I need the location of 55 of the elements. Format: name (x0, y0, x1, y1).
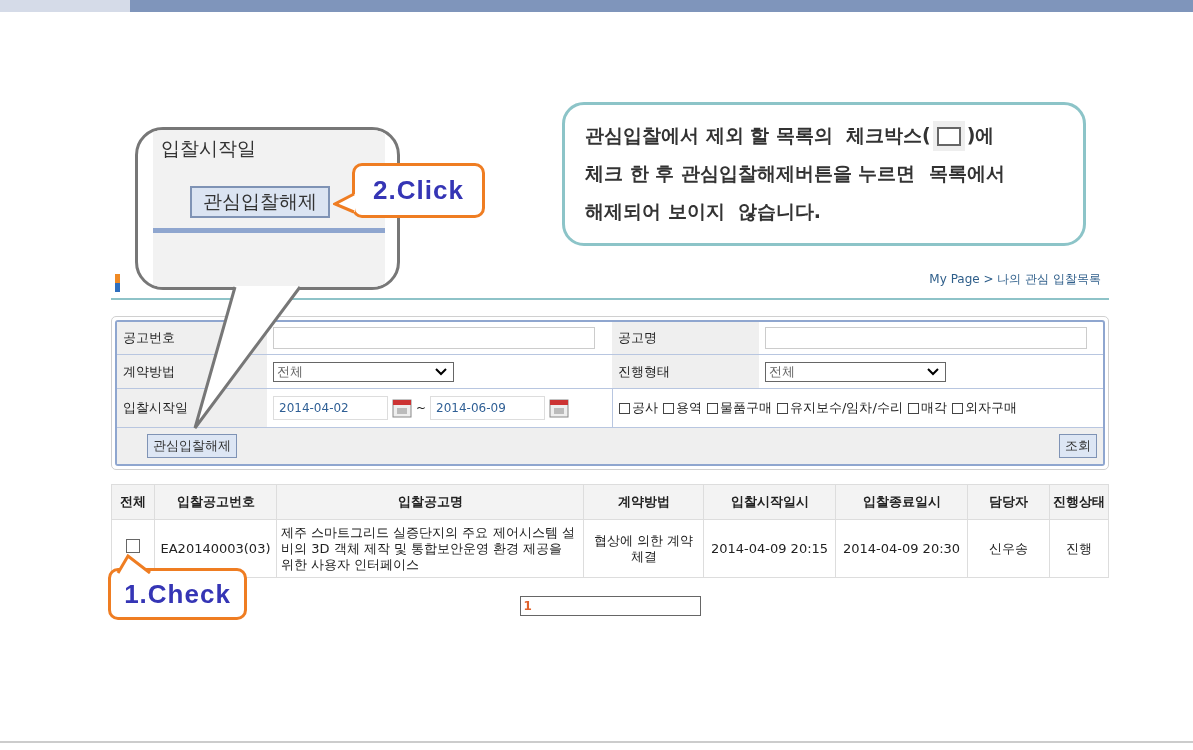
field-label: 공고명 (612, 322, 759, 354)
table-cell: 신우송 (967, 519, 1050, 578)
instruction-text: 관심입찰에서 제외 할 목록의 체크박스( (585, 123, 931, 148)
checkbox[interactable] (907, 402, 919, 414)
date-field[interactable]: 2014-06-09 (430, 396, 546, 420)
field-label: 입찰시작일 (117, 389, 267, 427)
table-cell: 제주 스마트그리드 실증단지의 주요 제어시스템 설비의 3D 객체 제작 및 통합보안운영 환경 제공을 위한 사용자 인터페이스 (276, 519, 584, 578)
calendar-icon[interactable] (549, 398, 570, 418)
column-header: 입찰시작일시 (703, 484, 836, 520)
column-header: 입찰공고번호 (154, 484, 277, 520)
column-header: 입찰종료일시 (835, 484, 968, 520)
chevron-down-icon[interactable] (927, 367, 939, 376)
checkbox[interactable] (663, 402, 674, 414)
field-label: 진행형태 (612, 355, 759, 388)
range-separator: ~ (416, 401, 427, 415)
checkbox-label: 매각 (920, 399, 947, 417)
checkbox-icon (932, 121, 965, 151)
column-header: 전체 (111, 484, 155, 520)
instruction-text: 체크 한 후 관심입찰해제버튼을 누르면 목록에서 (585, 161, 1005, 186)
table-cell: 협상에 의한 계약체결 (583, 519, 704, 578)
remove-interest-button[interactable]: 관심입찰해제 (147, 434, 237, 458)
table-cell: 2014-04-09 20:30 (835, 519, 968, 578)
text-field[interactable] (765, 327, 1087, 349)
title-marker-icon (115, 274, 120, 292)
magnified-label: 입찰시작일 (161, 136, 256, 161)
row-checkbox[interactable] (126, 538, 140, 553)
breadcrumb: My Page > 나의 관심 입찰목록 (929, 271, 1101, 288)
checkbox[interactable] (777, 402, 788, 414)
checkbox-label: 공사 (632, 399, 658, 417)
table-cell: 2014-04-09 20:15 (703, 519, 836, 578)
dropdown[interactable]: 전체 (273, 361, 454, 382)
magnified-button[interactable]: 관심입찰해제 (190, 186, 330, 218)
checkbox-label: 외자구매 (964, 399, 1017, 417)
table-cell: 진행 (1049, 519, 1109, 578)
checkbox[interactable] (707, 402, 718, 414)
column-header: 담당자 (967, 484, 1050, 520)
text-field[interactable] (273, 327, 595, 349)
chevron-down-icon[interactable] (435, 367, 447, 376)
instruction-text: )에 (966, 123, 995, 148)
checkbox-label: 용역 (676, 399, 702, 417)
callout-text: 1.Check (124, 578, 231, 610)
search-button[interactable]: 조회 (1059, 434, 1097, 458)
instruction-text: 해제되어 보이지 않습니다. (585, 199, 822, 224)
checkbox[interactable] (951, 402, 963, 414)
column-header: 입찰공고명 (276, 484, 584, 520)
page-link[interactable]: 1 (519, 596, 701, 616)
calendar-icon[interactable] (392, 398, 412, 418)
column-header: 진행상태 (1049, 484, 1109, 520)
callout-text: 2.Click (373, 175, 464, 206)
checkbox-label: 물품구매 (720, 399, 772, 417)
date-field[interactable]: 2014-04-02 (273, 396, 388, 420)
dropdown[interactable]: 전체 (765, 361, 946, 382)
column-header: 계약방법 (583, 484, 704, 520)
checkbox-label: 유지보수/임차/수리 (790, 399, 903, 417)
checkbox[interactable] (619, 402, 630, 414)
